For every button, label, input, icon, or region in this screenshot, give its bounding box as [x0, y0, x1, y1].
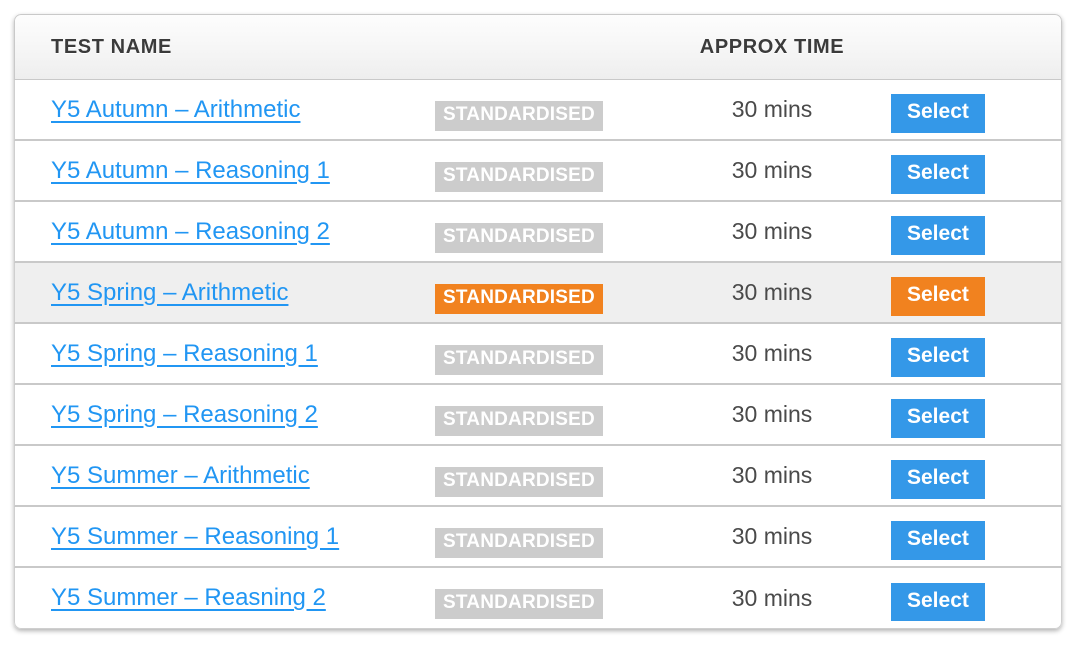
cell-approx-time: 30 mins	[653, 523, 891, 550]
approx-time-value: 30 mins	[731, 523, 813, 549]
test-name-link[interactable]: Y5 Autumn – Reasoning 1	[51, 157, 330, 185]
table-header-row: TEST NAME APPROX TIME	[14, 14, 1062, 80]
cell-test-name: Y5 Autumn – Reasoning 2	[15, 218, 435, 246]
approx-time-value: 30 mins	[731, 96, 813, 122]
select-button[interactable]: Select	[891, 399, 985, 438]
column-header-approx-time: APPROX TIME	[699, 35, 845, 58]
table-row[interactable]: Y5 Spring – Arithmetic STANDARDISED 30 min…	[14, 263, 1062, 324]
select-button[interactable]: Select	[891, 216, 985, 255]
select-button[interactable]: Select	[891, 155, 985, 194]
select-button[interactable]: Select	[891, 582, 985, 622]
standardised-badge: STANDARDISED	[435, 344, 603, 375]
cell-action: Select	[891, 452, 1061, 499]
select-button[interactable]: Select	[891, 521, 985, 560]
standardised-badge: STANDARDISED	[435, 466, 603, 497]
cell-action: Select	[891, 330, 1061, 377]
cell-approx-time: 30 mins	[653, 585, 891, 612]
cell-test-name: Y5 Summer – Arithmetic	[15, 462, 435, 490]
select-button[interactable]: Select	[891, 277, 985, 316]
cell-badge: STANDARDISED	[435, 516, 653, 558]
table-row[interactable]: Y5 Summer – Reasoning 1 STANDARDISED 30 mi…	[14, 507, 1062, 568]
test-name-link[interactable]: Y5 Summer – Arithmetic	[51, 462, 310, 490]
cell-badge: STANDARDISED	[435, 150, 653, 192]
cell-test-name: Y5 Spring – Arithmetic	[15, 279, 435, 307]
cell-test-name: Y5 Autumn – Reasoning 1	[15, 157, 435, 185]
cell-action: Select	[891, 391, 1061, 438]
cell-test-name: Y5 Summer – Reasoning 1	[15, 523, 435, 551]
cell-badge: STANDARDISED	[435, 577, 653, 619]
test-name-link[interactable]: Y5 Spring – Reasoning 1	[51, 340, 318, 368]
cell-approx-time: 30 mins	[653, 340, 891, 367]
standardised-badge: STANDARDISED	[435, 527, 603, 558]
cell-action: Select	[891, 147, 1061, 194]
approx-time-value: 30 mins	[731, 157, 813, 183]
approx-time-value: 30 mins	[731, 462, 813, 488]
cell-test-name: Y5 Summer – Reasning 2	[15, 584, 435, 612]
approx-time-value: 30 mins	[731, 401, 813, 427]
cell-action: Select	[891, 269, 1061, 316]
table-row[interactable]: Y5 Autumn – Reasoning 1 STANDARDISED 30 mi…	[14, 141, 1062, 202]
approx-time-value: 30 mins	[731, 340, 813, 366]
cell-action: Select	[891, 208, 1061, 255]
standardised-badge: STANDARDISED	[435, 589, 603, 619]
select-button[interactable]: Select	[891, 338, 985, 377]
cell-approx-time: 30 mins	[653, 218, 891, 245]
table-row[interactable]: Y5 Spring – Reasoning 1 STANDARDISED 30 mi…	[14, 324, 1062, 385]
cell-approx-time: 30 mins	[653, 462, 891, 489]
test-name-link[interactable]: Y5 Spring – Reasoning 2	[51, 401, 318, 429]
table-row[interactable]: Y5 Autumn – Arithmetic STANDARDISED 30 min…	[14, 80, 1062, 141]
approx-time-value: 30 mins	[731, 584, 813, 611]
standardised-badge: STANDARDISED	[435, 100, 603, 131]
select-button[interactable]: Select	[891, 94, 985, 133]
cell-action: Select	[891, 575, 1061, 622]
cell-badge: STANDARDISED	[435, 89, 653, 131]
cell-badge: STANDARDISED	[435, 394, 653, 436]
column-header-test-name: TEST NAME	[51, 35, 172, 58]
cell-test-name: Y5 Spring – Reasoning 1	[15, 340, 435, 368]
standardised-badge: STANDARDISED	[435, 222, 603, 253]
test-name-link[interactable]: Y5 Summer – Reasoning 1	[51, 523, 339, 551]
cell-approx-time: 30 mins	[653, 401, 891, 428]
cell-approx-time: 30 mins	[653, 279, 891, 306]
approx-time-value: 30 mins	[731, 279, 813, 305]
cell-badge: STANDARDISED	[435, 211, 653, 253]
test-name-link[interactable]: Y5 Autumn – Reasoning 2	[51, 218, 330, 246]
select-button[interactable]: Select	[891, 460, 985, 499]
standardised-badge: STANDARDISED	[435, 161, 603, 192]
cell-test-name: Y5 Spring – Reasoning 2	[15, 401, 435, 429]
cell-test-name: Y5 Autumn – Arithmetic	[15, 96, 435, 124]
standardised-badge: STANDARDISED	[435, 283, 603, 314]
table-row[interactable]: Y5 Summer – Arithmetic STANDARDISED 30 min…	[14, 446, 1062, 507]
approx-time-value: 30 mins	[731, 218, 813, 244]
cell-approx-time: 30 mins	[653, 96, 891, 123]
table-row[interactable]: Y5 Spring – Reasoning 2 STANDARDISED 30 mi…	[14, 385, 1062, 446]
test-list-panel: TEST NAME APPROX TIME Y5 Autumn – Arithm…	[14, 14, 1062, 629]
cell-badge: STANDARDISED	[435, 272, 653, 314]
table-row[interactable]: Y5 Summer – Reasning 2 STANDARDISED 30 min…	[14, 568, 1062, 629]
test-name-link[interactable]: Y5 Spring – Arithmetic	[51, 279, 288, 307]
cell-action: Select	[891, 86, 1061, 133]
test-list-panel-wrapper: TEST NAME APPROX TIME Y5 Autumn – Arithm…	[14, 14, 1062, 634]
table-body: Y5 Autumn – Arithmetic STANDARDISED 30 min…	[14, 80, 1062, 629]
standardised-badge: STANDARDISED	[435, 405, 603, 436]
cell-approx-time: 30 mins	[653, 157, 891, 184]
table-row[interactable]: Y5 Autumn – Reasoning 2 STANDARDISED 30 mi…	[14, 202, 1062, 263]
cell-badge: STANDARDISED	[435, 333, 653, 375]
test-name-link[interactable]: Y5 Summer – Reasning 2	[51, 584, 326, 612]
test-name-link[interactable]: Y5 Autumn – Arithmetic	[51, 96, 300, 124]
cell-action: Select	[891, 513, 1061, 560]
cell-badge: STANDARDISED	[435, 455, 653, 497]
